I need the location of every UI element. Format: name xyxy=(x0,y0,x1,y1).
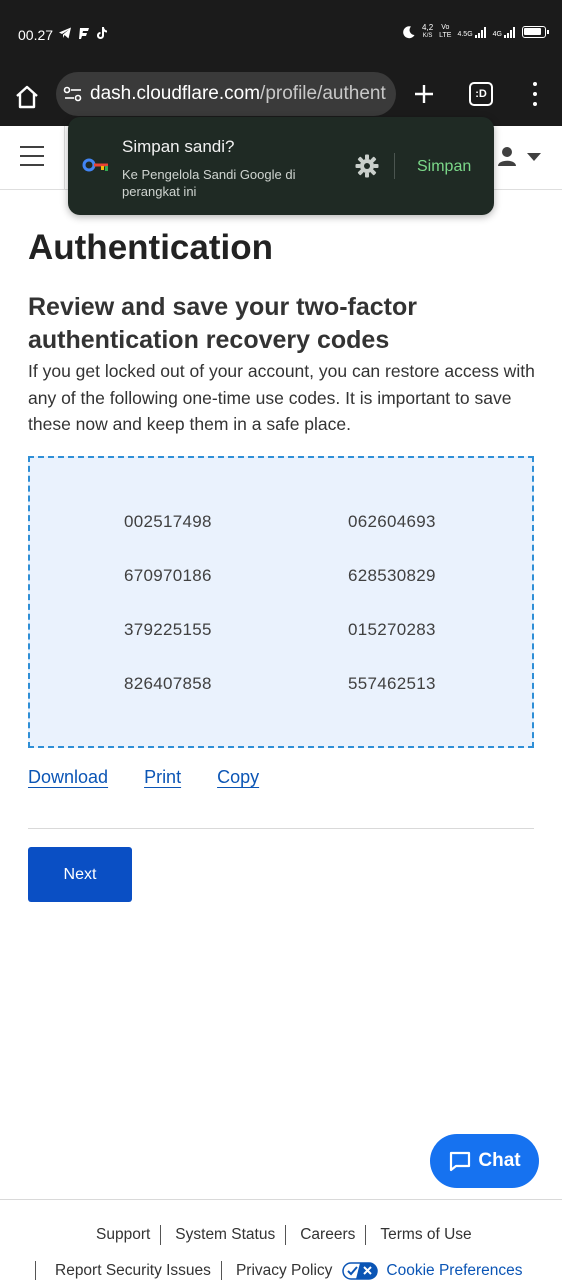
status-app-icons xyxy=(58,26,108,40)
chat-button[interactable]: Chat xyxy=(430,1134,539,1188)
address-bar[interactable]: dash.cloudflare.com/profile/authent xyxy=(56,72,396,116)
popup-subtitle: Ke Pengelola Sandi Google di perangkat i… xyxy=(122,167,296,199)
tab-switcher-button[interactable]: :D xyxy=(469,82,493,106)
url-text[interactable]: dash.cloudflare.com/profile/authent xyxy=(90,83,390,105)
signal-bars-icon xyxy=(474,26,486,38)
save-password-popup: Simpan sandi? Ke Pengelola Sandi Google … xyxy=(68,117,494,215)
user-menu-icon[interactable] xyxy=(496,146,546,170)
status-bar: 00.27 4,2 K/S Vo LTE 4.5G 4G xyxy=(0,0,562,70)
next-button[interactable]: Next xyxy=(28,847,132,902)
app-icon xyxy=(79,28,89,39)
section-description: If you get locked out of your account, y… xyxy=(28,361,535,434)
footer-link-system-status[interactable]: System Status xyxy=(175,1226,275,1244)
recovery-code: 015270283 xyxy=(348,620,436,639)
recovery-code: 379225155 xyxy=(124,620,212,639)
status-time: 00.27 xyxy=(18,27,54,43)
new-tab-icon[interactable] xyxy=(410,80,438,108)
speed-indicator: 4,2 K/S xyxy=(422,23,434,40)
key-icon xyxy=(82,158,108,172)
download-link[interactable]: Download xyxy=(28,767,108,788)
popup-separator xyxy=(394,153,395,179)
page-title: Authentication xyxy=(28,228,273,267)
chat-bubble-icon xyxy=(450,1151,471,1172)
content-divider xyxy=(28,828,534,829)
battery-icon xyxy=(522,26,549,38)
home-icon[interactable] xyxy=(12,82,42,112)
section-heading: Review and save your two-factor authenti… xyxy=(28,293,418,354)
privacy-choices-icon[interactable] xyxy=(342,1262,379,1280)
footer-link-support[interactable]: Support xyxy=(96,1226,150,1244)
header-divider xyxy=(64,126,65,190)
footer-row-1: Support System Status Careers Terms of U… xyxy=(96,1225,472,1245)
more-options-icon[interactable] xyxy=(530,82,540,106)
footer-link-terms[interactable]: Terms of Use xyxy=(380,1226,471,1244)
volte-indicator: Vo LTE xyxy=(439,24,452,39)
footer-link-report-security[interactable]: Report Security Issues xyxy=(55,1262,211,1280)
recovery-code: 628530829 xyxy=(348,566,436,585)
site-settings-icon[interactable] xyxy=(62,83,84,105)
signal-2: 4G xyxy=(493,26,516,38)
code-actions: Download Print Copy xyxy=(28,767,259,788)
gear-icon[interactable] xyxy=(354,153,380,179)
recovery-code: 557462513 xyxy=(348,674,436,693)
signal-bars-icon xyxy=(504,26,515,38)
recovery-codes-box: 002517498 062604693 670970186 628530829 … xyxy=(28,456,534,748)
telegram-icon xyxy=(59,27,71,39)
popup-title: Simpan sandi? xyxy=(122,137,235,156)
footer-link-privacy[interactable]: Privacy Policy xyxy=(236,1262,332,1280)
recovery-code: 002517498 xyxy=(124,512,212,531)
recovery-code: 670970186 xyxy=(124,566,212,585)
recovery-code: 062604693 xyxy=(348,512,436,531)
footer-row-2: Report Security Issues Privacy Policy Co… xyxy=(35,1261,523,1280)
footer-link-cookie-preferences[interactable]: Cookie Preferences xyxy=(386,1262,522,1280)
chat-label: Chat xyxy=(478,1150,521,1171)
moon-icon xyxy=(403,26,415,39)
recovery-code: 826407858 xyxy=(124,674,212,693)
hamburger-menu-icon[interactable] xyxy=(20,146,44,166)
signal-1: 4.5G xyxy=(457,26,486,38)
plus-icon xyxy=(415,85,433,103)
print-link[interactable]: Print xyxy=(144,767,181,788)
footer: Support System Status Careers Terms of U… xyxy=(0,1199,562,1280)
copy-link[interactable]: Copy xyxy=(217,767,259,788)
tiktok-icon xyxy=(97,27,107,39)
status-indicators: 4,2 K/S Vo LTE 4.5G 4G xyxy=(402,23,549,40)
footer-link-careers[interactable]: Careers xyxy=(300,1226,355,1244)
save-password-button[interactable]: Simpan xyxy=(417,158,471,176)
